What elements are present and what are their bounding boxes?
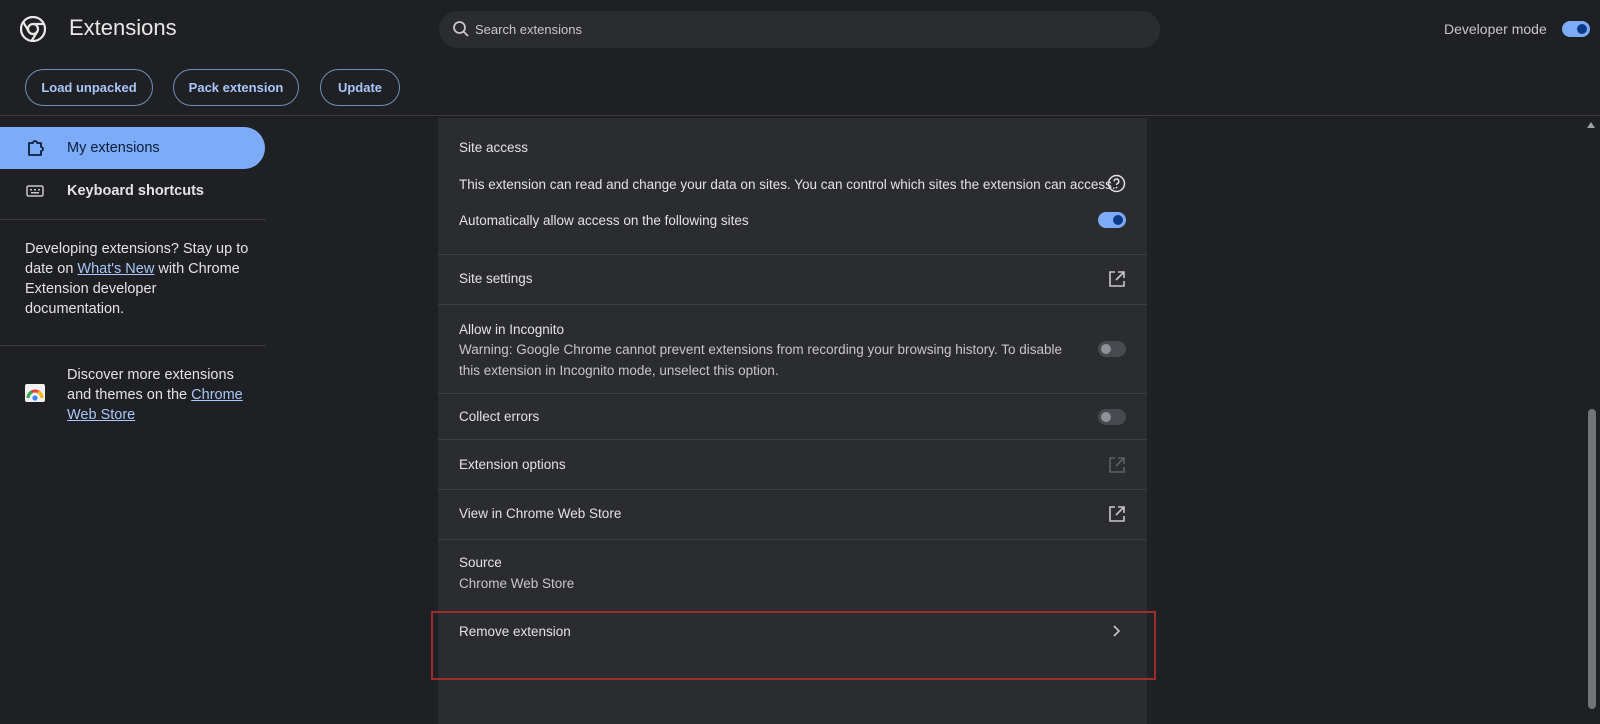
sidebar-item-my-extensions[interactable]: My extensions bbox=[0, 127, 265, 169]
pack-extension-button[interactable]: Pack extension bbox=[173, 69, 299, 106]
sidebar-divider bbox=[0, 219, 266, 220]
toggle-knob bbox=[1101, 412, 1111, 422]
header: Extensions Developer mode Load unpacked … bbox=[0, 0, 1600, 116]
view-in-store-label: View in Chrome Web Store bbox=[459, 506, 622, 521]
developer-mode-toggle[interactable] bbox=[1562, 21, 1590, 37]
remove-extension-highlight bbox=[431, 611, 1156, 680]
scroll-up-arrow-icon[interactable] bbox=[1586, 121, 1596, 129]
site-settings-label: Site settings bbox=[459, 271, 533, 286]
source-row: Source Chrome Web Store bbox=[438, 540, 1147, 606]
search-input[interactable] bbox=[475, 11, 1135, 48]
chrome-web-store-icon bbox=[25, 384, 45, 402]
site-access-section: Site access This extension can read and … bbox=[438, 118, 1147, 255]
collect-errors-label: Collect errors bbox=[459, 409, 540, 424]
incognito-toggle[interactable] bbox=[1098, 341, 1126, 357]
sidebar-item-keyboard-shortcuts[interactable]: Keyboard shortcuts bbox=[0, 170, 265, 212]
whats-new-link[interactable]: What's New bbox=[77, 261, 154, 277]
open-in-new-icon[interactable] bbox=[1108, 270, 1126, 288]
scrollbar-thumb[interactable] bbox=[1588, 409, 1596, 709]
page-title: Extensions bbox=[69, 15, 177, 40]
extension-options-row[interactable]: Extension options bbox=[438, 440, 1147, 490]
site-settings-row[interactable]: Site settings bbox=[438, 255, 1147, 305]
developer-info-text: Developing extensions? Stay up to date o… bbox=[25, 239, 255, 319]
collect-errors-toggle[interactable] bbox=[1098, 409, 1126, 425]
web-store-info-text: Discover more extensions and themes on t… bbox=[67, 365, 257, 425]
view-in-store-row[interactable]: View in Chrome Web Store bbox=[438, 490, 1147, 540]
source-value: Chrome Web Store bbox=[459, 576, 575, 591]
incognito-row: Allow in Incognito Warning: Google Chrom… bbox=[438, 305, 1147, 394]
sidebar-divider bbox=[0, 345, 266, 346]
open-in-new-icon[interactable] bbox=[1108, 505, 1126, 523]
toggle-knob bbox=[1101, 344, 1111, 354]
collect-errors-row: Collect errors bbox=[438, 394, 1147, 440]
incognito-warning: Warning: Google Chrome cannot prevent ex… bbox=[459, 342, 1063, 378]
source-title: Source bbox=[459, 555, 502, 570]
keyboard-icon bbox=[26, 185, 44, 197]
incognito-title: Allow in Incognito bbox=[459, 322, 565, 337]
open-in-new-icon bbox=[1109, 457, 1125, 473]
developer-mode-label: Developer mode bbox=[1444, 21, 1547, 37]
extension-options-label: Extension options bbox=[459, 457, 566, 472]
site-access-title: Site access bbox=[459, 140, 529, 155]
search-bar[interactable] bbox=[439, 11, 1160, 48]
puzzle-icon bbox=[28, 140, 44, 156]
help-icon[interactable] bbox=[1107, 174, 1126, 193]
site-access-description: This extension can read and change your … bbox=[459, 177, 1116, 192]
search-icon bbox=[453, 21, 469, 37]
chrome-logo-icon bbox=[20, 16, 46, 42]
load-unpacked-button[interactable]: Load unpacked bbox=[25, 69, 153, 106]
toggle-knob bbox=[1577, 24, 1587, 34]
sidebar-item-label: My extensions bbox=[67, 140, 160, 156]
auto-allow-label: Automatically allow access on the follow… bbox=[459, 213, 749, 228]
toggle-knob bbox=[1113, 215, 1123, 225]
update-button[interactable]: Update bbox=[320, 69, 400, 106]
sidebar-item-label: Keyboard shortcuts bbox=[67, 183, 204, 199]
auto-allow-toggle[interactable] bbox=[1098, 212, 1126, 228]
